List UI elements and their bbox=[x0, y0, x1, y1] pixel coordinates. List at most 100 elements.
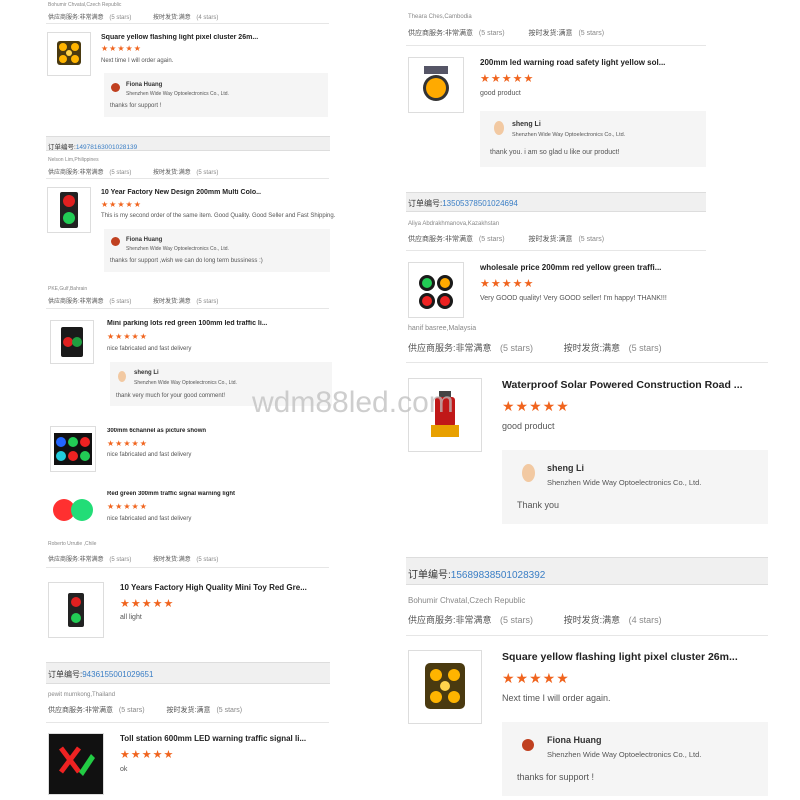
order-number[interactable]: 9436155001029651 bbox=[82, 670, 153, 679]
product-thumbnail[interactable] bbox=[50, 426, 96, 472]
product-title[interactable]: 200mm led warning road safety light yell… bbox=[480, 58, 680, 67]
service-label: 供应商服务: bbox=[48, 557, 80, 563]
product-thumbnail[interactable] bbox=[50, 488, 96, 528]
product-title[interactable]: wholesale price 200mm red yellow green t… bbox=[480, 263, 680, 272]
service-stars: (5 stars) bbox=[109, 299, 132, 305]
service-label: 供应商服务: bbox=[408, 30, 445, 37]
shipping-label: 按时发货: bbox=[563, 343, 603, 353]
order-number[interactable]: 13505378501024694 bbox=[442, 199, 518, 208]
product-thumbnail[interactable] bbox=[47, 187, 91, 233]
six-channel-light-icon bbox=[54, 433, 92, 465]
replier-name: Fiona Huang bbox=[126, 237, 163, 243]
toll-station-light-icon bbox=[59, 746, 95, 776]
buyer-name: pewit murnkong,Thailand bbox=[48, 692, 116, 698]
replier-company: Shenzhen Wide Way Optoelectronics Co., L… bbox=[126, 91, 229, 97]
rating-line: 供应商服务:非常满意 (5 stars) 按时发货:满意 (5 stars) bbox=[48, 167, 218, 176]
yellow-pixel-light-icon bbox=[57, 41, 81, 65]
product-thumbnail[interactable] bbox=[48, 582, 104, 638]
service-value: 非常满意 bbox=[84, 707, 113, 714]
product-thumbnail[interactable] bbox=[408, 262, 464, 318]
rating-line: 供应商服务:非常满意 (5 stars) 按时发货:满意 (5 stars) bbox=[48, 705, 242, 715]
review-comment: nice fabricated and fast delivery bbox=[107, 516, 192, 522]
shipping-label: 按时发货: bbox=[528, 236, 559, 243]
product-thumbnail[interactable] bbox=[408, 378, 482, 452]
product-title[interactable]: Red green 300mm traffic signal warning l… bbox=[107, 491, 277, 497]
review-comment: nice fabricated and fast delivery bbox=[107, 452, 192, 458]
buyer-name: Aliya Abdrakhmanova,Kazakhstan bbox=[408, 221, 500, 227]
rating-stars: ★★★★★ bbox=[107, 332, 148, 341]
yellow-warning-light-icon bbox=[423, 66, 449, 101]
order-label: 订单编号: bbox=[48, 144, 76, 151]
buyer-name: Bohumir Chvatal,Czech Republic bbox=[48, 2, 122, 8]
rating-stars: ★★★★★ bbox=[502, 398, 570, 414]
shipping-value: 满意 bbox=[178, 170, 191, 176]
seller-avatar bbox=[494, 121, 504, 135]
product-thumbnail[interactable] bbox=[408, 650, 482, 724]
product-title[interactable]: Mini parking lots red green 100mm led tr… bbox=[107, 320, 267, 327]
service-label: 供应商服务: bbox=[48, 170, 80, 176]
shipping-label: 按时发货: bbox=[166, 707, 197, 714]
service-value: 非常满意 bbox=[79, 557, 104, 563]
order-header: 订单编号:15689838501028392 bbox=[406, 557, 768, 585]
reply-text: thank you. i am so glad u like our produ… bbox=[490, 149, 620, 156]
service-label: 供应商服务: bbox=[408, 236, 445, 243]
seller-avatar bbox=[111, 237, 120, 246]
replier-name: sheng Li bbox=[547, 463, 585, 473]
order-header: 订单编号:13505378501024694 bbox=[406, 192, 706, 212]
shipping-label: 按时发货: bbox=[153, 557, 179, 563]
shipping-label: 按时发货: bbox=[153, 15, 179, 21]
product-title[interactable]: Toll station 600mm LED warning traffic s… bbox=[120, 734, 310, 743]
service-stars: (5 stars) bbox=[109, 557, 132, 563]
shipping-value: 满意 bbox=[602, 615, 621, 625]
reply-text: Thank you bbox=[517, 500, 560, 510]
order-label: 订单编号: bbox=[408, 570, 451, 581]
rating-line: 供应商服务:非常满意 (5 stars) 按时发货:满意 (5 stars) bbox=[408, 341, 662, 354]
rating-stars: ★★★★★ bbox=[502, 670, 570, 686]
order-number[interactable]: 15689838501028392 bbox=[451, 570, 546, 581]
shipping-label: 按时发货: bbox=[153, 299, 179, 305]
order-number[interactable]: 14978163001028139 bbox=[76, 144, 137, 151]
buyer-name: Bohumir Chvatal,Czech Republic bbox=[408, 596, 526, 605]
service-label: 供应商服务: bbox=[48, 15, 80, 21]
buyer-name: Roberto Urrutie ,Chile bbox=[48, 541, 97, 547]
product-title[interactable]: 10 Year Factory New Design 200mm Multi C… bbox=[101, 189, 261, 196]
service-stars: (5 stars) bbox=[118, 707, 145, 714]
product-title[interactable]: 300mm 6channel as picture shown bbox=[107, 428, 267, 434]
shipping-value: 满意 bbox=[558, 30, 573, 37]
product-thumbnail[interactable] bbox=[48, 733, 104, 795]
reply-text: thanks for support ! bbox=[517, 772, 595, 782]
seller-reply: Fiona Huang Shenzhen Wide Way Optoelectr… bbox=[104, 229, 330, 272]
shipping-value: 满意 bbox=[196, 707, 211, 714]
product-title[interactable]: Waterproof Solar Powered Construction Ro… bbox=[502, 379, 752, 391]
shipping-value: 满意 bbox=[178, 15, 191, 21]
shipping-value: 满意 bbox=[178, 557, 191, 563]
buyer-name: Nelson Lim,Philippines bbox=[48, 157, 99, 163]
shipping-stars: (5 stars) bbox=[196, 170, 219, 176]
traffic-lights-icon bbox=[419, 275, 453, 309]
review-comment: nice fabricated and fast delivery bbox=[107, 346, 192, 352]
reply-text: thanks for support ,wish we can do long … bbox=[110, 258, 263, 264]
product-title[interactable]: Square yellow flashing light pixel clust… bbox=[101, 34, 261, 41]
seller-avatar bbox=[118, 371, 126, 382]
review-comment: Next time I will order again. bbox=[101, 58, 174, 64]
seller-avatar bbox=[522, 464, 535, 482]
red-green-light-icon bbox=[53, 499, 93, 521]
shipping-stars: (5 stars) bbox=[196, 299, 219, 305]
rating-stars: ★★★★★ bbox=[101, 44, 142, 53]
service-value: 非常满意 bbox=[79, 170, 104, 176]
service-label: 供应商服务: bbox=[48, 299, 80, 305]
product-thumbnail[interactable] bbox=[50, 320, 94, 364]
reply-text: thank very much for your good comment! bbox=[116, 393, 226, 399]
product-thumbnail[interactable] bbox=[47, 32, 91, 76]
rating-stars: ★★★★★ bbox=[120, 598, 175, 610]
replier-name: sheng Li bbox=[512, 121, 541, 128]
rating-stars: ★★★★★ bbox=[120, 749, 175, 761]
product-thumbnail[interactable] bbox=[408, 57, 464, 113]
product-title[interactable]: Square yellow flashing light pixel clust… bbox=[502, 651, 752, 663]
traffic-light-icon bbox=[60, 192, 78, 228]
shipping-stars: (5 stars) bbox=[628, 343, 662, 353]
seller-reply: Fiona Huang Shenzhen Wide Way Optoelectr… bbox=[502, 722, 768, 796]
seller-reply: sheng Li Shenzhen Wide Way Optoelectroni… bbox=[502, 450, 768, 524]
shipping-stars: (5 stars) bbox=[578, 236, 605, 243]
product-title[interactable]: 10 Years Factory High Quality Mini Toy R… bbox=[120, 583, 310, 592]
